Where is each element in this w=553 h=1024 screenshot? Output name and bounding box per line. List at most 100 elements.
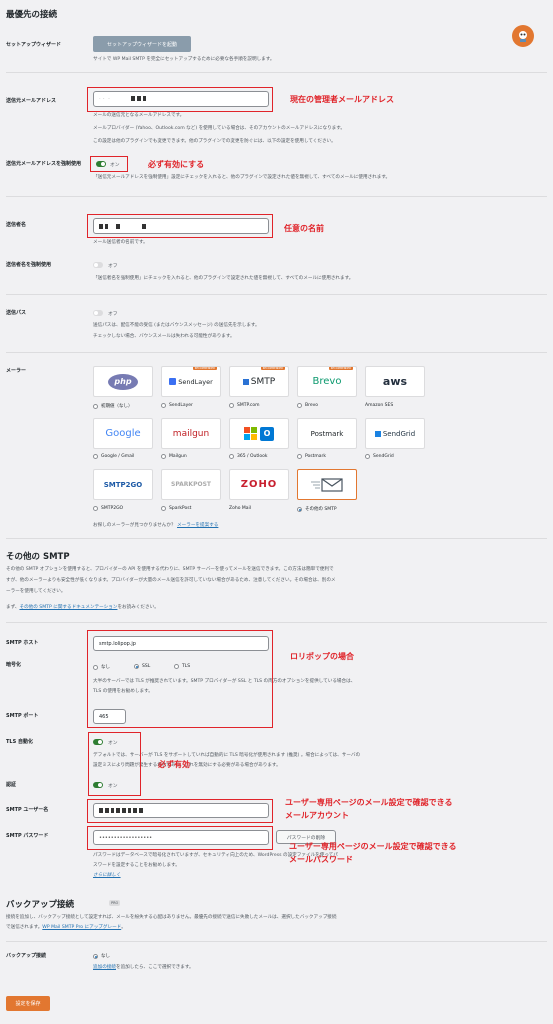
- annotation-box: [87, 799, 273, 823]
- mailer-card-smtp2go[interactable]: SMTP2GO: [93, 469, 153, 500]
- radio-icon[interactable]: [229, 403, 234, 408]
- annotation-box: [87, 214, 273, 238]
- mailer-card-mailgun[interactable]: mailgun: [161, 418, 221, 449]
- other-smtp-doc-link[interactable]: その他の SMTP に関するドキュメンテーション: [19, 605, 117, 610]
- smtpcom-logo-icon: [242, 378, 249, 385]
- mailer-option-mailgun[interactable]: Mailgun: [161, 454, 187, 459]
- mailer-option-default[interactable]: 初期値（なし）: [93, 403, 133, 409]
- mailer-option-outlook[interactable]: 365 / Outlook: [229, 454, 268, 459]
- annotation-box: [87, 87, 273, 112]
- return-path-desc-1: 送信パスは、配信不能の受信 (またはバウンスメッセージ) の送信先を示します。: [93, 323, 260, 328]
- other-smtp-title: その他の SMTP: [6, 552, 70, 562]
- smtp-host-label: SMTP ホスト: [6, 640, 39, 646]
- smtp-pass-desc-2: スワードを設定することをお勧めします。: [93, 863, 180, 868]
- mailer-card-php[interactable]: php: [93, 366, 153, 397]
- mailer-name: Brevo: [305, 403, 319, 408]
- mailer-card-sendlayer[interactable]: RECOMMENDED SendLayer: [161, 366, 221, 397]
- force-from-name-label: 送信者名を強制使用: [6, 262, 52, 268]
- annotation-box: [90, 156, 128, 172]
- mailer-option-smtp2go[interactable]: SMTP2GO: [93, 506, 123, 511]
- radio-icon[interactable]: [297, 506, 302, 512]
- setup-wizard-desc: サイトで WP Mail SMTP を完全にセットアップするために必要な各手順を…: [93, 57, 275, 62]
- from-email-desc-2: メールプロバイダー (Yahoo、Outlook.com など) を使用している…: [93, 126, 345, 131]
- mailer-option-aws[interactable]: Amazon SES: [365, 403, 393, 408]
- radio-icon[interactable]: [161, 454, 166, 459]
- mailer-suggest: お探しのメーラーが見つかりませんか？ メーラーを提案する: [93, 522, 218, 529]
- divider: [6, 196, 547, 197]
- divider: [6, 941, 547, 942]
- mailgun-logo-text: mailgun: [172, 428, 210, 439]
- radio-icon[interactable]: [297, 454, 302, 459]
- sparkpost-logo-text: SPARKPOST: [171, 481, 211, 488]
- backup-desc-2: で送信されます。WP Mail SMTP Pro にアップグレード。: [6, 924, 126, 931]
- smtp-pass-more: さらに詳しく: [93, 872, 121, 879]
- mailer-card-sparkpost[interactable]: SPARKPOST: [161, 469, 221, 500]
- mailer-option-postmark[interactable]: Postmark: [297, 454, 326, 459]
- from-name-label: 送信者名: [6, 222, 27, 228]
- mailer-option-zoho[interactable]: Zoho Mail: [229, 506, 251, 511]
- from-email-label: 送信元メールアドレス: [6, 98, 57, 104]
- radio-icon[interactable]: [365, 454, 370, 459]
- mailer-option-google[interactable]: Google / Gmail: [93, 454, 134, 459]
- backup-option-none[interactable]: なし: [93, 953, 110, 959]
- mailer-option-sendlayer[interactable]: SendLayer: [161, 403, 193, 408]
- radio-icon[interactable]: [161, 506, 166, 511]
- upgrade-pro-link[interactable]: WP Mail SMTP Pro にアップグレード: [42, 925, 121, 930]
- radio-icon[interactable]: [93, 403, 98, 409]
- launch-setup-wizard-button[interactable]: セットアップウィザードを起動: [93, 36, 191, 52]
- mailer-card-postmark[interactable]: Postmark: [297, 418, 357, 449]
- suggest-mailer-link[interactable]: メーラーを提案する: [177, 523, 218, 528]
- force-from-name-desc: 「送信者名を強制使用」にチェックを入れると、他のプラグインで設定された値を無視し…: [93, 276, 354, 281]
- mailer-name: 初期値（なし）: [101, 404, 133, 409]
- additional-connection-link[interactable]: 追加の接続: [93, 965, 116, 970]
- mailer-option-sendgrid[interactable]: SendGrid: [365, 454, 394, 459]
- backup-hint: 追加の接続を追加したら、ここで選択できます。: [93, 964, 194, 971]
- mailer-card-smtpcom[interactable]: RECOMMENDED SMTP: [229, 366, 289, 397]
- force-from-name-toggle[interactable]: [93, 262, 103, 268]
- annotation-box: [88, 732, 141, 796]
- annotation-user-pass-1: ユーザー専用ページのメール設定で確認できる: [289, 842, 457, 851]
- mailer-card-aws[interactable]: aws: [365, 366, 425, 397]
- brevo-logo-text: Brevo: [312, 376, 342, 387]
- return-path-toggle[interactable]: [93, 310, 103, 316]
- recommended-badge: RECOMMENDED: [192, 367, 217, 370]
- doc-suffix: をお読みください。: [117, 605, 159, 610]
- radio-icon[interactable]: [93, 953, 98, 959]
- force-from-name-toggle-label: オフ: [108, 264, 118, 269]
- annotation-must-enable: 必ず有効にする: [148, 160, 205, 169]
- annotation-must-enable-2: 必ず有効: [158, 760, 190, 769]
- radio-icon[interactable]: [161, 403, 166, 408]
- annotation-user-account-2: メールアカウント: [285, 811, 349, 820]
- mailer-card-brevo[interactable]: RECOMMENDED Brevo: [297, 366, 357, 397]
- smtp2go-logo-text: SMTP2GO: [103, 480, 143, 489]
- backup-title: バックアップ接続: [6, 900, 75, 910]
- radio-icon[interactable]: [93, 454, 98, 459]
- mailer-option-other-smtp[interactable]: その他の SMTP: [297, 506, 337, 512]
- from-email-desc-1: メールの送信元となるメールアドレスです。: [93, 113, 185, 118]
- return-path-toggle-label: オフ: [108, 312, 118, 317]
- save-settings-button[interactable]: 設定を保存: [6, 996, 50, 1011]
- mailer-card-zoho[interactable]: ZOHO: [229, 469, 289, 500]
- mailer-option-smtpcom[interactable]: SMTP.com: [229, 403, 260, 408]
- mailer-name: Postmark: [305, 454, 327, 459]
- sendlayer-logo-text: SendLayer: [178, 377, 213, 386]
- radio-icon[interactable]: [297, 403, 302, 408]
- mailer-card-other-smtp[interactable]: [297, 469, 357, 500]
- aws-logo-text: aws: [382, 375, 408, 388]
- mailer-option-sparkpost[interactable]: SparkPost: [161, 506, 191, 511]
- learn-more-link[interactable]: さらに詳しく: [93, 873, 121, 878]
- mailer-card-google[interactable]: Google: [93, 418, 153, 449]
- return-path-desc-2: チェックしない場合、バウンスメールは失われる可能性があります。: [93, 334, 235, 339]
- mailer-name: 365 / Outlook: [237, 454, 268, 459]
- php-logo-icon: php: [108, 373, 138, 390]
- mailer-card-outlook[interactable]: O: [229, 418, 289, 449]
- envelope-icon: [311, 477, 343, 492]
- radio-icon[interactable]: [93, 506, 98, 511]
- mailer-card-sendgrid[interactable]: SendGrid: [365, 418, 425, 449]
- divider: [6, 294, 547, 295]
- radio-icon[interactable]: [229, 454, 234, 459]
- backup-desc-1: 接続を追加し、バックアップ接続として設定すれば、メールを紛失する心配はありません…: [6, 915, 337, 920]
- mailer-option-brevo[interactable]: Brevo: [297, 403, 318, 408]
- force-from-email-desc: 「送信元メールアドレスを強制使用」設定にチェックを入れると、他のプラグインで設定…: [93, 175, 391, 180]
- zoho-logo-text: ZOHO: [240, 479, 278, 490]
